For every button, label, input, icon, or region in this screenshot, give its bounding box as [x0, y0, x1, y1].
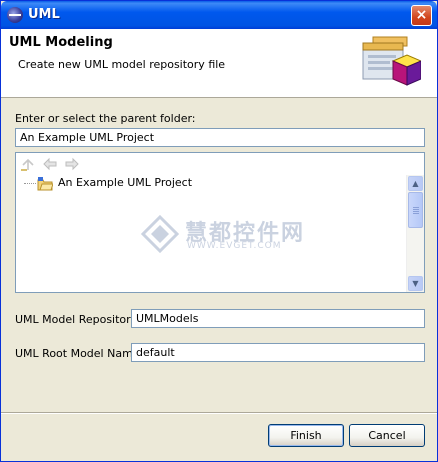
window-title: UML — [28, 7, 60, 22]
dialog-window: UML × UML Modeling Create new UML model … — [0, 0, 438, 462]
tree-connector — [24, 183, 36, 184]
root-model-input[interactable]: default — [131, 343, 425, 362]
back-arrow-icon[interactable] — [42, 156, 58, 172]
parent-folder-input[interactable]: An Example UML Project — [15, 128, 425, 147]
go-up-icon[interactable] — [20, 156, 36, 172]
header-title: UML Modeling — [9, 35, 113, 50]
repository-label: UML Model Repository: — [15, 313, 141, 326]
forward-arrow-icon[interactable] — [64, 156, 80, 172]
root-model-label: UML Root Model Name: — [15, 347, 144, 360]
finish-button[interactable]: Finish — [268, 424, 344, 447]
title-bar[interactable]: UML × — [1, 1, 437, 29]
parent-folder-label: Enter or select the parent folder: — [15, 112, 196, 125]
tree-scrollbar[interactable]: ▲ ▼ — [406, 175, 424, 292]
eclipse-icon — [7, 7, 23, 23]
scroll-thumb[interactable] — [408, 192, 423, 228]
project-folder-icon — [37, 177, 53, 191]
close-button[interactable]: × — [411, 5, 432, 26]
cancel-button[interactable]: Cancel — [349, 424, 425, 447]
header-description: Create new UML model repository file — [18, 58, 226, 71]
wizard-header: UML Modeling Create new UML model reposi… — [1, 29, 437, 98]
tree-item-label[interactable]: An Example UML Project — [55, 175, 195, 190]
repository-input[interactable]: UMLModels — [131, 309, 425, 328]
scroll-down-arrow-icon[interactable]: ▼ — [408, 276, 423, 291]
uml-wizard-banner-icon — [362, 36, 421, 86]
folder-tree[interactable]: An Example UML Project ▲ ▼ — [15, 152, 425, 293]
scroll-up-arrow-icon[interactable]: ▲ — [408, 176, 423, 191]
